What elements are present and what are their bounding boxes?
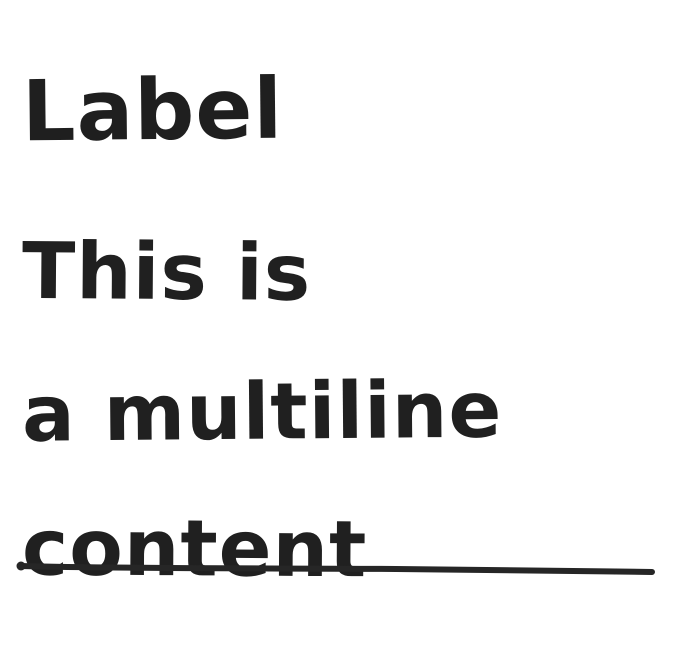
content-line: content xyxy=(21,503,368,596)
multiline-text-field-sketch: Label This is a multiline content xyxy=(0,0,673,654)
field-label: Label xyxy=(21,59,284,161)
content-line: This is xyxy=(21,226,312,319)
content-line: a multiline xyxy=(21,365,503,460)
field-underline xyxy=(16,561,655,575)
